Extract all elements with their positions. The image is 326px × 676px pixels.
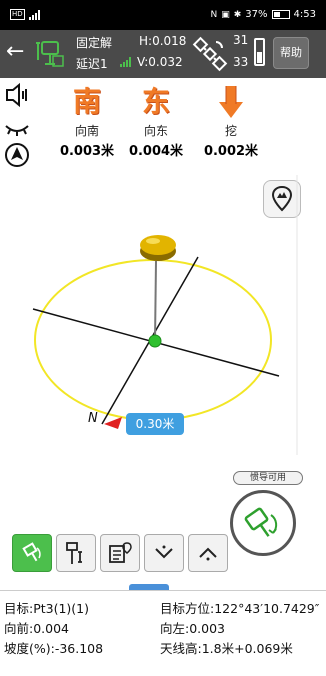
fix-status: 固定解 — [76, 36, 113, 50]
dig-value: 0.002米 — [203, 144, 259, 159]
left-offset: 向左:0.003 — [160, 621, 225, 636]
distance-badge: 0.30米 — [126, 413, 184, 435]
receiver-head — [140, 235, 176, 261]
chevron-down-icon — [155, 545, 173, 559]
east-label: 向东 — [143, 124, 168, 138]
back-arrow-icon[interactable]: ← — [6, 40, 24, 64]
point-list-icon — [109, 542, 132, 563]
clock: 4:53 — [293, 9, 316, 20]
bluetooth-icon: ✱ — [233, 9, 242, 20]
direction-dig: 挖 0.002米 — [196, 84, 266, 159]
status-bar: HD N ▣ ✱ 37% 4:53 — [0, 0, 326, 30]
antenna-height: 天线高:1.8米+0.069米 — [160, 641, 293, 656]
target-point — [148, 334, 162, 348]
direction-south: 南 向南 0.003米 — [52, 84, 122, 159]
east-value: 0.004米 — [128, 144, 184, 159]
south-value: 0.003米 — [59, 144, 115, 159]
compass-north-icon[interactable] — [4, 142, 30, 168]
satellite-icon[interactable] — [192, 36, 228, 72]
ins-button[interactable] — [230, 490, 296, 556]
dig-label: 挖 — [224, 124, 237, 138]
battery-percent: 37% — [245, 9, 268, 20]
ins-available-badge: 惯导可用 — [233, 471, 303, 485]
satellites-used: 31 — [233, 33, 249, 47]
forward-offset: 向前:0.004 — [4, 621, 69, 636]
signal-bars-icon — [120, 57, 131, 67]
gnss-receiver-icon[interactable] — [34, 38, 66, 70]
direction-east: 东 向东 0.004米 — [121, 84, 191, 159]
tool-row — [12, 534, 228, 572]
next-point-button[interactable] — [144, 534, 184, 572]
battery-icon — [271, 10, 290, 19]
receiver-tilt-icon — [22, 542, 41, 562]
slope-percent: 坡度(%):-36.108 — [4, 641, 104, 656]
v-precision: V:0.032 — [137, 55, 183, 69]
pole-height-button[interactable] — [56, 534, 96, 572]
nfc-icon: N — [210, 9, 218, 20]
ins-receiver-icon — [244, 507, 278, 537]
pole-height-icon — [66, 542, 82, 564]
pole — [154, 260, 157, 342]
stakeout-tool-button[interactable] — [12, 534, 52, 572]
hd-icon: HD — [10, 9, 25, 20]
satellites-visible: 33 — [233, 55, 249, 69]
vibrate-icon: ▣ — [221, 9, 230, 20]
speaker-icon[interactable] — [4, 82, 30, 108]
point-list-button[interactable] — [100, 534, 140, 572]
h-precision: H:0.018 — [139, 34, 187, 48]
app-header: ← 固定解 延迟1 H:0.018 V:0.032 31 33 帮助 — [0, 30, 326, 78]
south-label: 向南 — [74, 124, 99, 138]
previous-point-button[interactable] — [188, 534, 228, 572]
help-button[interactable]: 帮助 — [273, 37, 309, 69]
target-bearing: 目标方位:122°43′10.7429″ — [160, 601, 320, 616]
delay-value: 延迟1 — [76, 57, 108, 71]
signal-4g-icon — [28, 9, 40, 20]
east-glyph: 东 — [141, 85, 170, 118]
chevron-up-icon — [199, 547, 217, 561]
eye-closed-icon[interactable] — [4, 116, 30, 142]
info-panel: 目标:Pt3(1)(1) 目标方位:122°43′10.7429″ 向前:0.0… — [0, 590, 326, 676]
v-precision-row: V:0.032 — [120, 55, 183, 69]
north-label: N — [88, 411, 98, 426]
target-name: 目标:Pt3(1)(1) — [4, 601, 90, 616]
dig-down-arrow-icon — [219, 86, 243, 118]
device-battery-icon — [254, 38, 265, 66]
south-glyph: 南 — [72, 85, 101, 118]
north-arrow-icon — [104, 417, 122, 429]
